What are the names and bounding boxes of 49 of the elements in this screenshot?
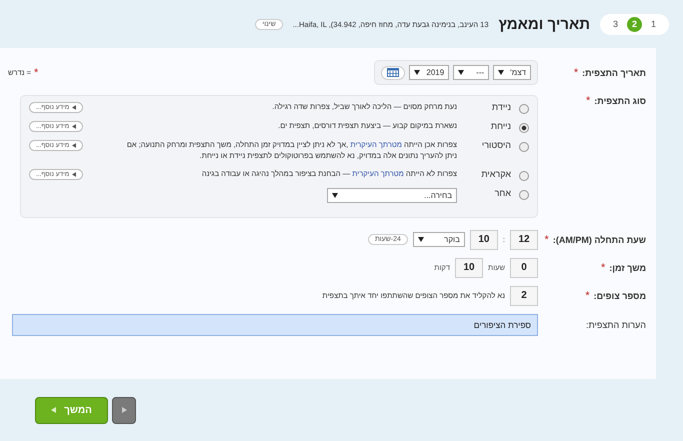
left-triangle-icon (51, 407, 56, 413)
hour-field[interactable]: 12 (510, 230, 538, 250)
radio-button[interactable] (519, 142, 529, 152)
radio-button[interactable] (519, 123, 529, 133)
minute-field[interactable]: 10 (470, 230, 498, 250)
year-select[interactable]: 2019 (409, 65, 450, 80)
left-triangle-icon (72, 143, 76, 148)
option-label[interactable]: נייחת (461, 121, 511, 131)
field-label: סוג התצפית: (594, 96, 646, 106)
radio-button[interactable] (519, 190, 529, 200)
comments-field[interactable]: ספירת הציפורים (12, 314, 538, 336)
option-label[interactable]: אקראית (461, 168, 511, 179)
month-select[interactable]: דצמ' (493, 65, 531, 80)
option-label[interactable]: אחר (461, 188, 511, 198)
field-label: משך זמן: (609, 262, 646, 273)
required-mark: * (34, 66, 38, 78)
caret-icon (332, 192, 338, 198)
left-triangle-icon (72, 172, 76, 177)
caret-icon (414, 70, 420, 75)
hours-field[interactable]: 0 (510, 258, 538, 278)
other-select[interactable]: בחירה... (327, 188, 457, 203)
step-number[interactable]: 3 (608, 16, 623, 32)
caret-icon (498, 70, 504, 75)
step-number[interactable]: 1 (646, 16, 661, 32)
required-mark: * (585, 290, 590, 302)
day-select[interactable]: --- (453, 65, 490, 80)
minutes-field[interactable]: 10 (455, 258, 484, 278)
radio-button[interactable] (519, 104, 529, 114)
left-triangle-icon (72, 124, 76, 129)
option-label[interactable]: היסטורי (461, 140, 511, 150)
required-mark: * (544, 234, 549, 246)
required-mark: * (600, 262, 606, 274)
field-label: שעת התחלה (AM/PM): (552, 234, 646, 245)
left-triangle-icon (72, 105, 76, 110)
right-triangle-icon (122, 407, 126, 413)
calendar-icon (387, 68, 400, 77)
observers-field[interactable]: 2 (510, 286, 538, 306)
calendar-button[interactable] (381, 66, 406, 80)
period-select[interactable]: בוקר (412, 232, 465, 248)
field-label: תאריך התצפית: (582, 68, 646, 78)
required-mark: * (586, 95, 590, 107)
option-label[interactable]: ניידת (461, 102, 511, 112)
caret-icon (458, 70, 464, 75)
radio-button[interactable] (519, 170, 529, 181)
page-title: תאריך ומאמץ (498, 16, 590, 32)
field-label: מספר צופים: (594, 290, 646, 301)
required-mark: * (574, 66, 578, 78)
caret-icon (418, 237, 424, 242)
field-label: הערות התצפית: (586, 320, 646, 330)
